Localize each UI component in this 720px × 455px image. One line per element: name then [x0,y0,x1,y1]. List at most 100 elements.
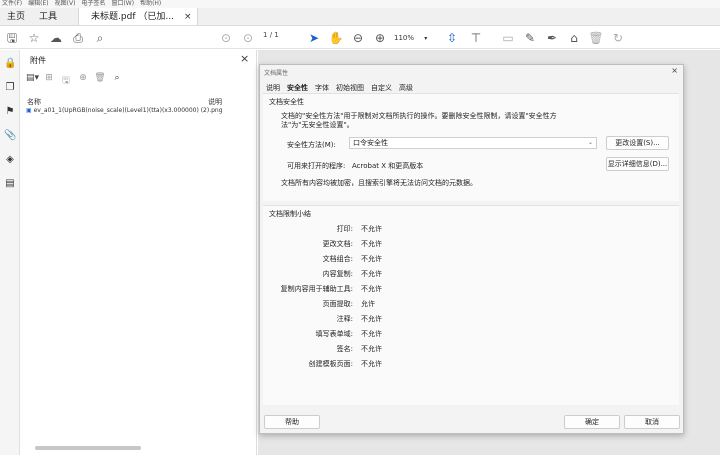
search-icon[interactable]: ⌕ [92,30,108,46]
file-icon: ▣ [26,107,32,114]
dialog-title: 文档属性 [264,70,289,77]
opener-value: Acrobat X 和更高版本 [352,162,424,170]
print-icon[interactable]: ⎙ [70,30,86,46]
tab-initial-view[interactable]: 初始视图 [336,83,364,93]
menu-edit[interactable]: 编辑(E) [28,0,48,8]
page-down-icon[interactable]: ⊙ [240,30,256,46]
star-icon[interactable]: ☆ [26,30,42,46]
change-settings-button[interactable]: 更改设置(S)... [606,136,669,150]
menu-view[interactable]: 视图(V) [55,0,76,8]
page-up-icon[interactable]: ⊙ [218,30,234,46]
perm-value-accessibility: 不允许 [361,285,382,293]
encryption-note: 文档所有内容均被加密，且搜索引擎将无法访问文档的元数据。 [281,179,477,187]
horizontal-scrollbar[interactable] [35,446,141,450]
page-total: / 1 [269,31,279,39]
help-button[interactable]: 帮助 [264,415,320,429]
column-name-header[interactable]: 名称 [27,97,41,107]
security-intro-line2: 法"为"无安全性设置"。 [281,121,354,129]
tab-document-label: 未标题.pdf （已加... [91,11,174,22]
perm-label-template: 创建模板页面: [308,360,353,368]
tab-home[interactable]: 主页 [0,8,32,25]
tab-custom[interactable]: 自定义 [371,83,392,93]
perm-value-assembly: 不允许 [361,255,382,263]
perm-value-page-extract: 允许 [361,300,375,308]
document-icon[interactable]: ▤ [4,178,16,190]
perm-label-sign: 签名: [336,345,353,353]
perm-value-template: 不允许 [361,360,382,368]
options-menu-icon[interactable]: ▤▾ [26,73,39,89]
perm-label-fill-forms: 填写表单域: [315,330,353,338]
perm-label-accessibility: 复制内容用于辅助工具: [280,285,353,293]
zoom-level-value: 110% [394,34,415,42]
page-current-input[interactable]: 1 [263,31,267,39]
chevron-down-icon: ▾ [424,35,428,42]
menu-file[interactable]: 文件(F) [2,0,22,8]
lock-icon[interactable]: 🔒 [4,58,16,70]
perm-value-fill-forms: 不允许 [361,330,382,338]
cancel-button[interactable]: 取消 [624,415,680,429]
attachment-row[interactable]: ▣ ev_a01_1(UpRGB(noise_scale)(Level1)(tt… [26,107,223,114]
open-attachment-icon[interactable]: ⊕ [77,73,89,89]
ok-button[interactable]: 确定 [564,415,620,429]
dialog-footer: 帮助 确定 取消 [260,409,683,433]
add-attachment-icon[interactable]: ⊞ [43,73,55,89]
tab-fonts[interactable]: 字体 [315,83,329,93]
security-section-title: 文档安全性 [269,98,304,106]
measure-tool-icon[interactable]: ⊤ [468,30,484,46]
delete-attachment-icon[interactable]: 🗑 [94,73,106,89]
document-properties-dialog: 文档属性 × 说明 安全性 字体 初始视图 自定义 高级 文档安全性 文档的"安… [259,64,684,434]
sign-icon[interactable]: ✒ [544,30,560,46]
select-cursor-icon[interactable]: ➤ [306,30,322,46]
security-method-value: 口令安全性 [353,139,388,147]
main-toolbar: 🖫 ☆ ☁ ⎙ ⌕ ⊙ ⊙ 1 / 1 ➤ ✋ ⊖ ⊕ 110% ▾ ⇳ ⊤ ▭… [0,27,720,49]
dialog-close-icon[interactable]: × [671,66,678,75]
bookmark-icon[interactable]: ⚑ [4,106,16,118]
close-icon[interactable]: × [240,52,249,65]
page-fit-icon[interactable]: ⇳ [444,30,460,46]
layers-icon[interactable]: ◈ [4,154,16,166]
stamp-icon[interactable]: ⌂ [566,30,582,46]
tab-description[interactable]: 说明 [266,83,280,93]
pages-icon[interactable]: ❐ [4,82,16,94]
perm-value-change: 不允许 [361,240,382,248]
perm-label-change: 更改文档: [322,240,353,248]
left-nav-rail: 🔒 ❐ ⚑ 📎 ◈ ▤ [0,50,20,455]
chevron-down-icon: ⌄ [587,139,593,146]
tab-document[interactable]: 未标题.pdf （已加... × [78,8,199,26]
perm-label-print: 打印: [336,225,353,233]
perm-label-assembly: 文档组合: [322,255,353,263]
panel-title: 附件 [30,56,46,65]
attachment-file-name: ev_a01_1(UpRGB(noise_scale)(Level1)(tta)… [33,107,223,114]
page-indicator: 1 / 1 [263,31,279,39]
opener-label: 可用来打开的程序: [287,162,346,170]
highlight-pen-icon[interactable]: ✎ [522,30,538,46]
show-details-button[interactable]: 显示详细信息(D)... [606,157,669,171]
dialog-tabs: 说明 安全性 字体 初始视图 自定义 高级 [266,83,413,93]
security-method-select[interactable]: 口令安全性 ⌄ [349,137,597,149]
column-desc-header[interactable]: 说明 [208,97,222,107]
perm-label-copy: 内容复制: [322,270,353,278]
tab-close-icon[interactable]: × [184,8,192,26]
restrictions-section: 文档限制小结 打印: 不允许 更改文档: 不允许 文档组合: 不允许 内容复制:… [263,205,679,405]
save-icon[interactable]: 🖫 [4,30,20,46]
save-attachment-icon[interactable]: 🖫 [60,73,72,89]
restrictions-section-title: 文档限制小结 [269,210,311,218]
perm-value-copy: 不允许 [361,270,382,278]
rotate-icon[interactable]: ↻ [610,30,626,46]
tab-security[interactable]: 安全性 [287,83,308,93]
security-method-label: 安全性方法(M): [287,141,336,149]
delete-icon[interactable]: 🗑 [588,30,604,46]
search-attachment-icon[interactable]: ⌕ [111,73,123,89]
zoom-level-select[interactable]: 110% ▾ [394,32,434,44]
zoom-out-icon[interactable]: ⊖ [350,30,366,46]
tab-tools[interactable]: 工具 [32,8,64,25]
cloud-upload-icon[interactable]: ☁ [48,30,64,46]
attachment-icon[interactable]: 📎 [4,130,16,142]
perm-label-comment: 注释: [336,315,353,323]
perm-value-comment: 不允许 [361,315,382,323]
zoom-in-icon[interactable]: ⊕ [372,30,388,46]
comment-icon[interactable]: ▭ [500,30,516,46]
hand-tool-icon[interactable]: ✋ [328,30,344,46]
tab-advanced[interactable]: 高级 [399,83,413,93]
panel-toolbar: ▤▾ ⊞ 🖫 ⊕ 🗑 ⌕ [26,73,123,89]
